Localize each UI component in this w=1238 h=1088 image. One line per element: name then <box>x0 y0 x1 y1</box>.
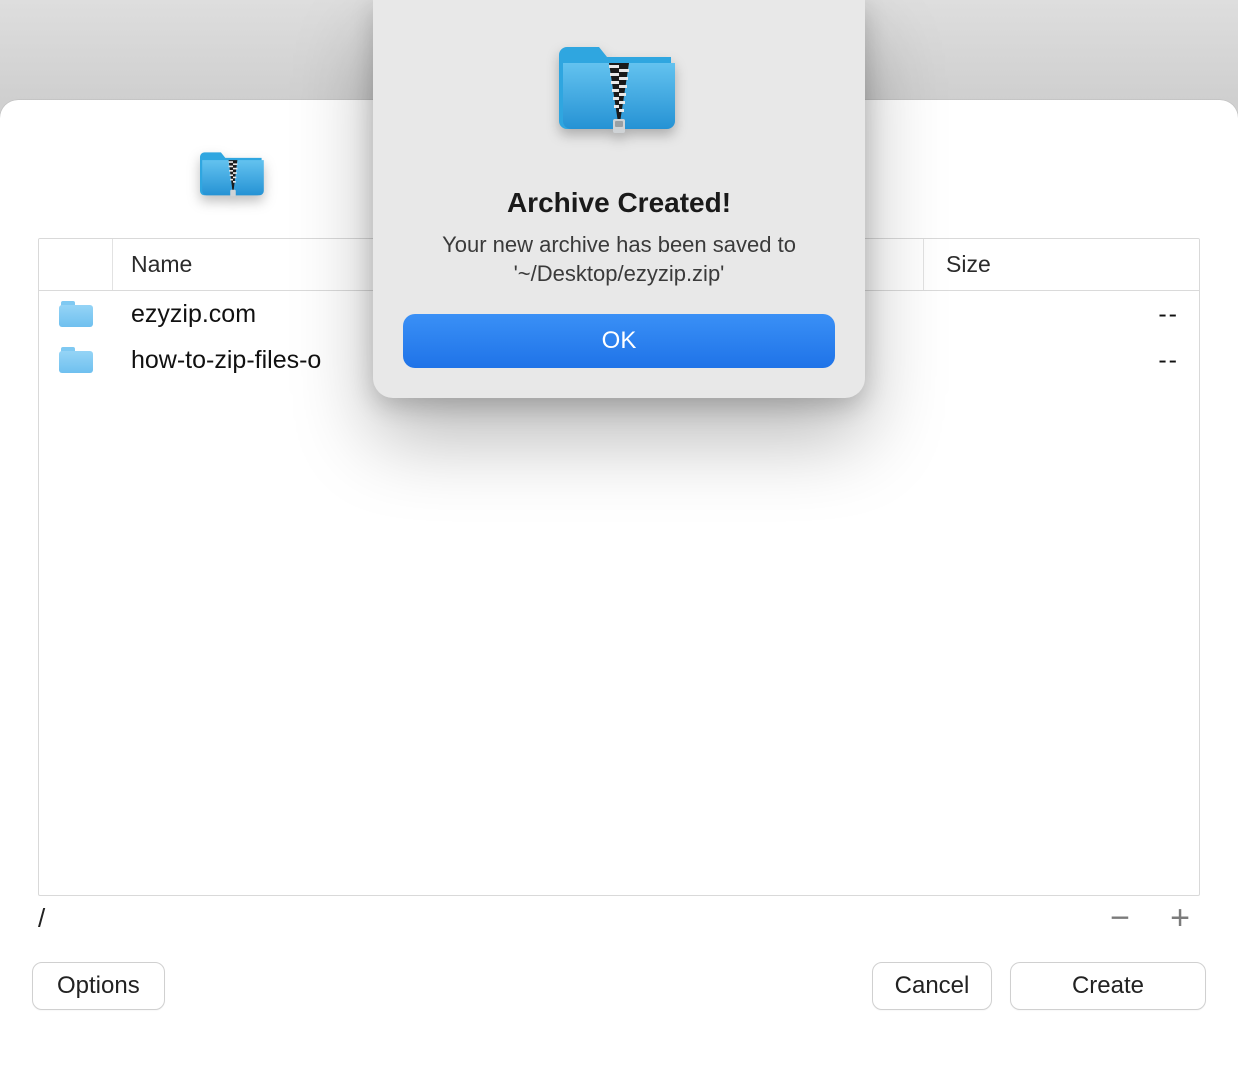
column-header-size[interactable]: Size <box>924 239 1199 290</box>
archive-created-dialog: Archive Created! Your new archive has be… <box>373 0 865 398</box>
options-button[interactable]: Options <box>32 962 165 1010</box>
remove-button[interactable]: − <box>1100 898 1140 938</box>
plus-icon: + <box>1170 899 1190 938</box>
bottom-toolbar: Options Cancel Create <box>32 956 1206 1016</box>
path-text: / <box>38 903 1080 934</box>
file-size: -- <box>924 346 1199 375</box>
minus-icon: − <box>1110 899 1130 938</box>
path-bar: / − + <box>38 898 1200 938</box>
zip-folder-icon <box>200 140 266 205</box>
folder-icon <box>39 301 113 327</box>
column-header-icon[interactable] <box>39 239 113 290</box>
create-button[interactable]: Create <box>1010 962 1206 1010</box>
file-size: -- <box>924 300 1199 329</box>
ok-button[interactable]: OK <box>403 314 835 368</box>
folder-icon <box>39 347 113 373</box>
zip-folder-icon <box>559 28 679 143</box>
cancel-button[interactable]: Cancel <box>872 962 992 1010</box>
dialog-message: Your new archive has been saved to '~/De… <box>403 231 835 288</box>
dialog-title: Archive Created! <box>403 187 835 219</box>
add-button[interactable]: + <box>1160 898 1200 938</box>
